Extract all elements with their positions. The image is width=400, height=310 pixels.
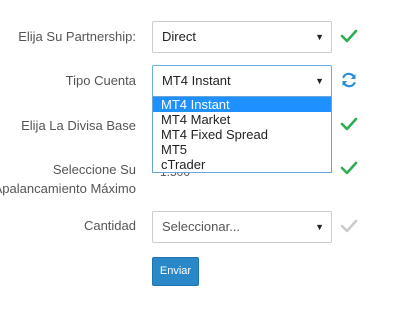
account-type-option[interactable]: MT5 — [153, 142, 331, 157]
check-icon — [340, 219, 358, 233]
account-type-option[interactable]: MT4 Instant — [153, 97, 331, 112]
partnership-label: Elija Su Partnership: — [18, 29, 136, 44]
account-type-label: Tipo Cuenta — [65, 73, 136, 88]
partnership-value: Direct — [162, 29, 196, 44]
leverage-label-line1: Seleccione Su — [52, 162, 136, 177]
leverage-label: Seleccione Su Apalancamiento Máximo — [0, 160, 136, 198]
leverage-label-line2: Apalancamiento Máximo — [0, 181, 136, 196]
check-icon — [340, 117, 358, 131]
base-currency-label: Elija La Divisa Base — [21, 118, 136, 133]
submit-button[interactable]: Enviar — [152, 257, 199, 286]
amount-label: Cantidad — [83, 218, 136, 233]
account-type-option[interactable]: MT4 Fixed Spread — [153, 127, 331, 142]
amount-select[interactable]: Seleccionar... ▼ — [152, 211, 332, 243]
partnership-select[interactable]: Direct ▼ — [152, 21, 332, 53]
chevron-down-icon: ▼ — [315, 76, 324, 86]
check-icon — [340, 161, 358, 175]
account-type-value: MT4 Instant — [162, 73, 231, 88]
chevron-down-icon: ▼ — [315, 222, 324, 232]
refresh-icon — [342, 72, 356, 88]
check-icon — [340, 29, 358, 43]
account-type-select[interactable]: MT4 Instant ▼ — [152, 65, 332, 97]
amount-value: Seleccionar... — [162, 219, 241, 234]
account-type-dropdown: MT4 Instant MT4 Market MT4 Fixed Spread … — [152, 96, 332, 173]
chevron-down-icon: ▼ — [315, 32, 324, 42]
account-type-option[interactable]: MT4 Market — [153, 112, 331, 127]
account-type-option[interactable]: cTrader — [153, 157, 331, 172]
